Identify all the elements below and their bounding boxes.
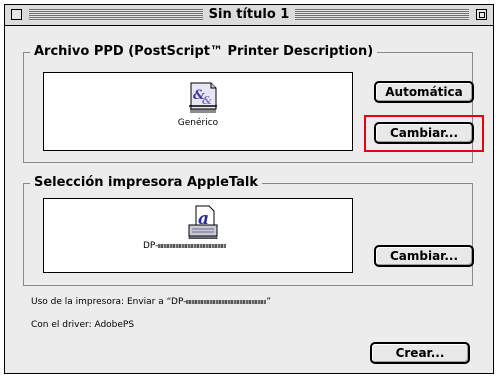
change-ppd-button[interactable]: Cambiar... bbox=[374, 122, 474, 144]
printer-name-prefix: DP- bbox=[143, 241, 159, 251]
driver-info: Con el driver: AdobePS bbox=[31, 320, 135, 330]
ppd-group-legend: Archivo PPD (PostScript™ Printer Descrip… bbox=[30, 43, 378, 61]
appletalk-printer-panel: a DP- bbox=[43, 198, 353, 273]
usage-text: Uso de la impresora: Enviar a “DP- bbox=[31, 297, 187, 307]
printer-name-label: DP- bbox=[143, 241, 227, 252]
printer-usage-info: Uso de la impresora: Enviar a “DP- ” bbox=[31, 297, 271, 308]
usage-printer-redacted bbox=[186, 299, 267, 304]
automatic-button[interactable]: Automática bbox=[374, 81, 474, 103]
ppd-file-panel: & & Genérico bbox=[43, 72, 353, 151]
printer-name-redacted bbox=[158, 243, 227, 248]
ppd-file-group: Archivo PPD (PostScript™ Printer Descrip… bbox=[23, 43, 484, 163]
usage-suffix: ” bbox=[266, 297, 272, 307]
title-bar[interactable]: Sin título 1 bbox=[5, 5, 493, 26]
create-button[interactable]: Crear... bbox=[370, 342, 470, 364]
ppd-file-label: Genérico bbox=[177, 118, 219, 128]
change-printer-button[interactable]: Cambiar... bbox=[374, 245, 474, 267]
window-title: Sin título 1 bbox=[5, 7, 493, 23]
svg-text:&: & bbox=[202, 94, 212, 107]
appletalk-group-legend: Selección impresora AppleTalk bbox=[30, 174, 262, 192]
ppd-document-icon: & & bbox=[189, 82, 217, 113]
printer-icon: a bbox=[188, 205, 218, 239]
desktop-printer-window: Sin título 1 Archivo PPD (PostScript™ Pr… bbox=[4, 4, 494, 374]
window-title-label: Sin título 1 bbox=[202, 7, 296, 22]
appletalk-printer-group: Selección impresora AppleTalk a DP- Camb… bbox=[23, 174, 474, 286]
